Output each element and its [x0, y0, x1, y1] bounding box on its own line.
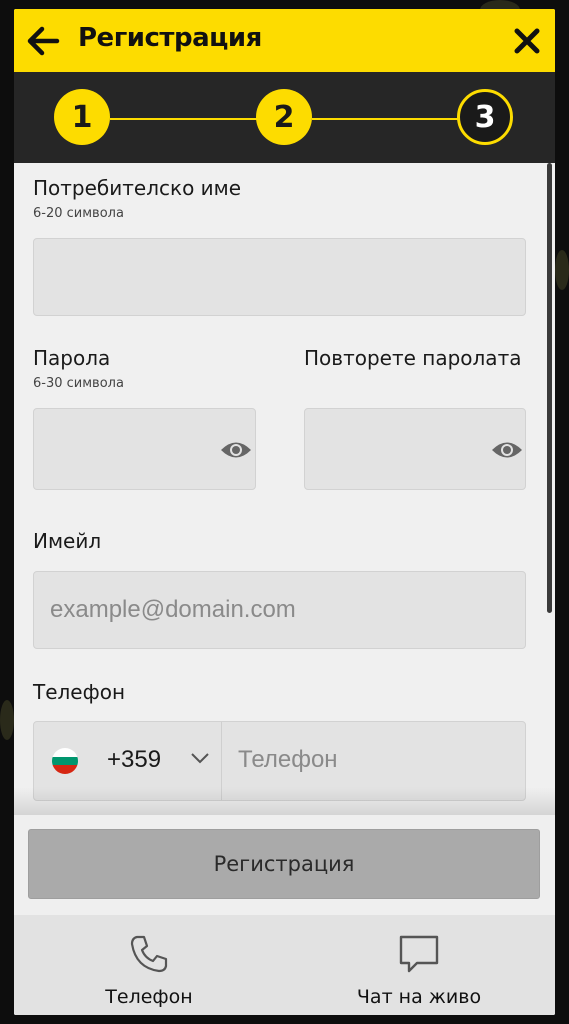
nav-item-live-chat[interactable]: Чат на живо — [319, 915, 519, 1015]
username-input[interactable] — [33, 238, 526, 316]
form-content[interactable]: Потребителско име 6-20 символа Парола 6-… — [14, 163, 555, 813]
nav-item-phone[interactable]: Телефон — [49, 915, 249, 1015]
chevron-down-icon — [191, 753, 209, 764]
step-1: 1 — [54, 89, 110, 145]
email-placeholder: example@domain.com — [50, 596, 296, 623]
step-2: 2 — [256, 89, 312, 145]
eye-icon[interactable] — [220, 439, 252, 461]
step-connector — [110, 118, 258, 120]
phone-placeholder: Телефон — [238, 746, 338, 773]
eye-icon[interactable] — [491, 439, 523, 461]
chat-icon — [399, 935, 439, 973]
step-indicator: 1 2 3 — [14, 72, 555, 163]
password-hint: 6-30 символа — [33, 376, 124, 391]
modal-header: Регистрация — [14, 9, 555, 72]
close-icon[interactable] — [513, 27, 541, 55]
password-repeat-label: Повторете паролата — [304, 346, 522, 370]
scrollbar[interactable] — [547, 163, 552, 613]
email-label: Имейл — [33, 529, 102, 553]
bottom-nav: Телефон Чат на живо — [14, 915, 555, 1015]
password-input[interactable] — [33, 408, 256, 490]
password-repeat-input[interactable] — [304, 408, 526, 490]
bulgaria-flag-icon — [52, 748, 78, 774]
footer-shadow — [14, 787, 555, 817]
nav-label-live-chat: Чат на живо — [356, 986, 482, 1008]
username-label: Потребителско име — [33, 176, 242, 200]
step-connector — [312, 118, 460, 120]
back-arrow-icon[interactable] — [26, 26, 60, 56]
registration-modal: Регистрация 1 2 3 Потребителско име 6-20… — [14, 9, 555, 1015]
nav-label-phone: Телефон — [105, 986, 193, 1008]
password-label: Парола — [33, 346, 111, 370]
footer: Регистрация Телефон Чат на живо — [14, 815, 555, 1015]
step-3: 3 — [457, 89, 513, 145]
username-hint: 6-20 символа — [33, 206, 124, 221]
email-input[interactable]: example@domain.com — [33, 571, 526, 649]
register-button[interactable]: Регистрация — [28, 829, 540, 899]
country-code: +359 — [107, 746, 162, 773]
page-title: Регистрация — [78, 23, 262, 53]
phone-label: Телефон — [33, 680, 126, 704]
phone-icon — [130, 935, 168, 973]
